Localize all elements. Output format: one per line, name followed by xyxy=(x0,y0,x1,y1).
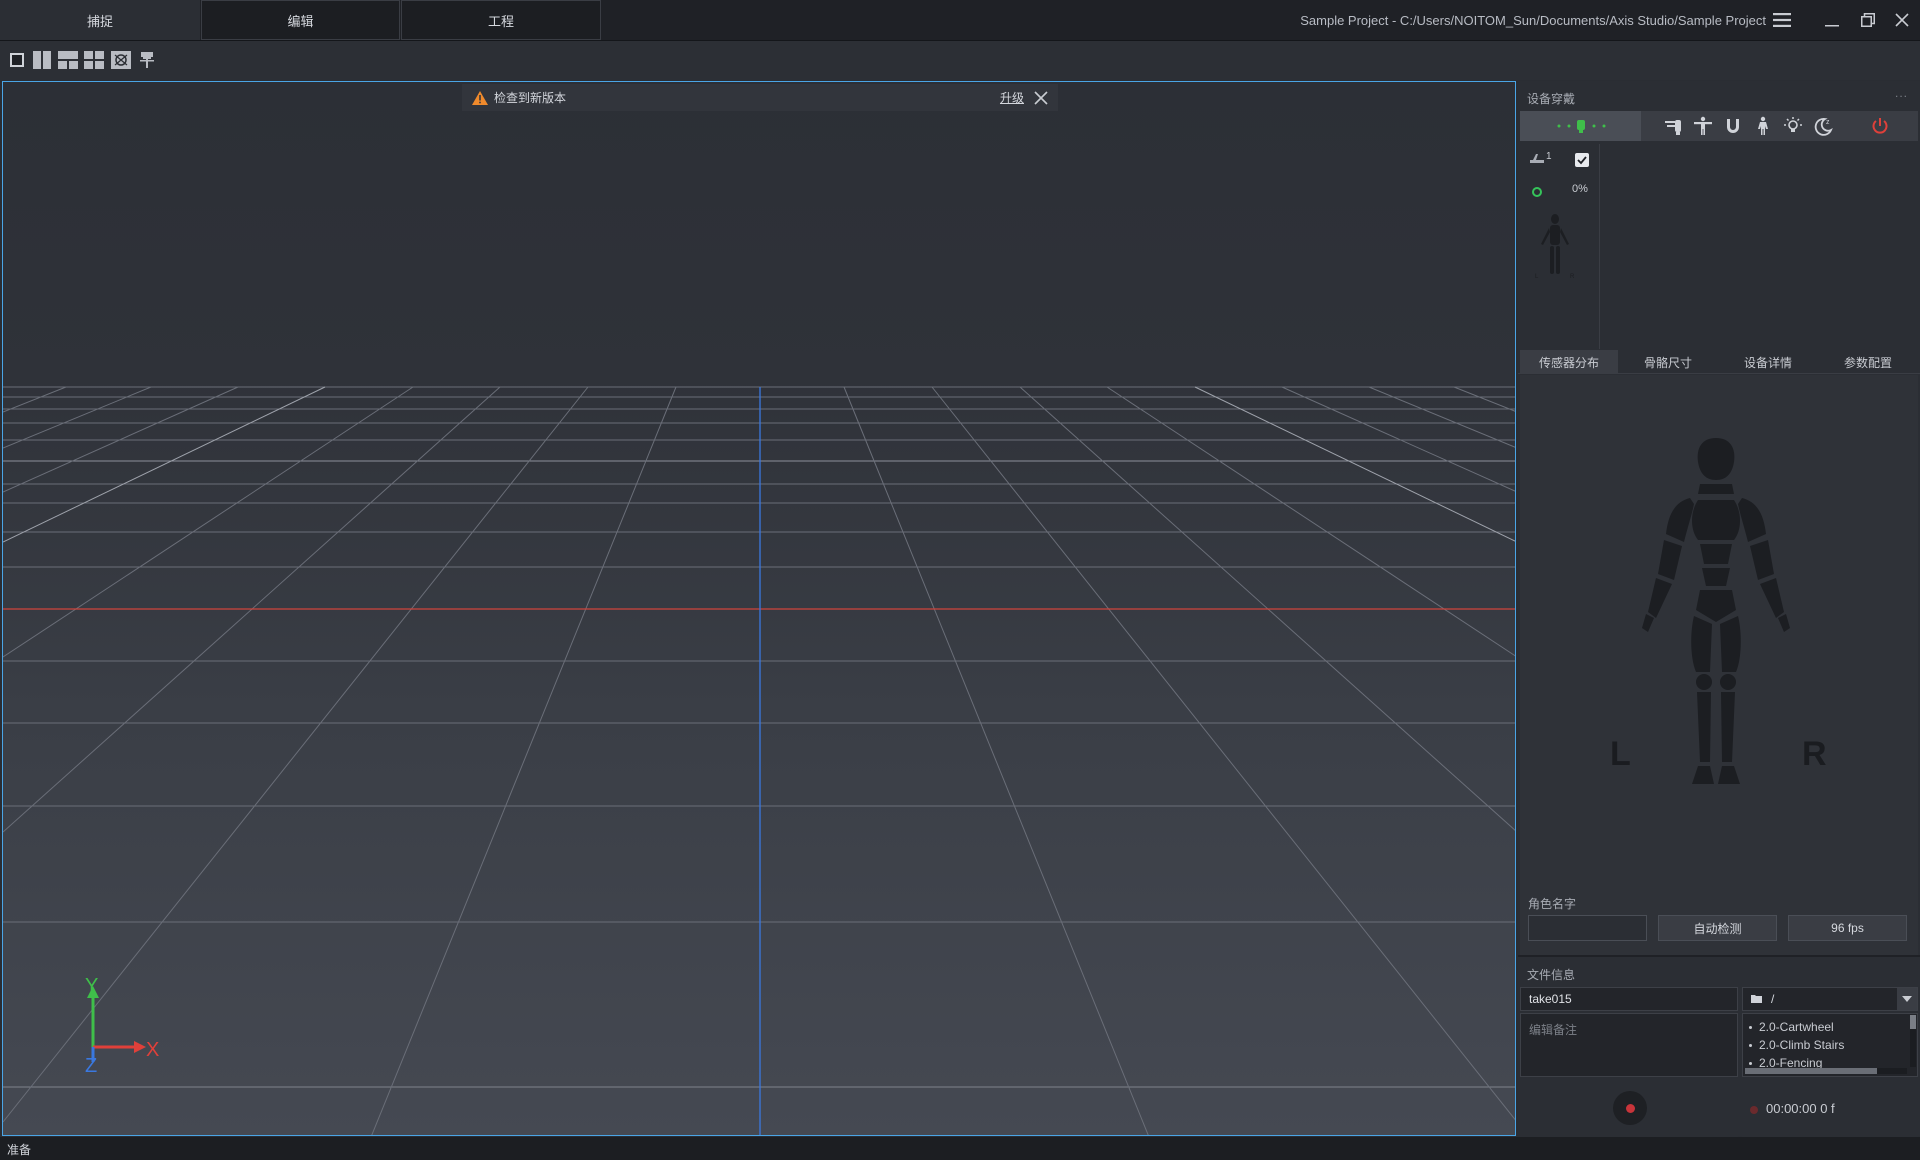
chevron-down-icon[interactable] xyxy=(1897,988,1917,1010)
tab-sensor-distribution[interactable]: 传感器分布 xyxy=(1520,350,1618,374)
left-side-label: L xyxy=(1610,735,1631,773)
single-view-icon[interactable] xyxy=(6,50,28,70)
tab-project-label: 工程 xyxy=(487,13,514,29)
tab-device-details-label: 设备详情 xyxy=(1743,355,1792,370)
four-view-icon[interactable] xyxy=(83,50,105,70)
record-icon xyxy=(1625,1103,1635,1113)
horizontal-scrollbar[interactable] xyxy=(1745,1068,1907,1074)
tab-bone-size-label: 骨骼尺寸 xyxy=(1643,355,1692,370)
motion-label: 2.0-Climb Stairs xyxy=(1759,1038,1845,1052)
role-name-input[interactable] xyxy=(1528,915,1647,941)
notes-field[interactable]: 编辑备注 xyxy=(1520,1013,1738,1077)
svg-text:z: z xyxy=(1826,119,1830,126)
ground-grid xyxy=(3,386,1515,1135)
close-icon[interactable] xyxy=(1890,9,1914,31)
hamburger-menu-icon[interactable] xyxy=(1770,9,1794,31)
connect-icon[interactable] xyxy=(1520,111,1641,141)
right-side-label: R xyxy=(1802,735,1827,773)
tab-parameters-label: 参数配置 xyxy=(1843,355,1892,370)
tab-edit-label: 编辑 xyxy=(287,13,314,29)
pin-icon[interactable] xyxy=(136,50,158,70)
device-detail-area xyxy=(1601,144,1918,349)
folder-icon xyxy=(1751,992,1763,1007)
warning-icon xyxy=(472,90,488,106)
device-icon xyxy=(1530,152,1544,167)
motion-list[interactable]: 2.0-Cartwheel 2.0-Climb Stairs 2.0-Fenci… xyxy=(1742,1013,1918,1077)
timecode: 00:00:00 0 f xyxy=(1766,1101,1835,1116)
notice-text: 检查到新版本 xyxy=(494,91,567,105)
device-tabs: 传感器分布 骨骼尺寸 设备详情 参数配置 xyxy=(1518,350,1920,374)
tab-capture-label: 捕捉 xyxy=(86,13,113,29)
motion-label: 2.0-Cartwheel xyxy=(1759,1020,1834,1034)
standing-figure-icon[interactable] xyxy=(1750,114,1776,138)
folder-path: / xyxy=(1771,992,1775,1006)
device-id: 1 xyxy=(1546,151,1552,162)
3d-viewport[interactable]: 检查到新版本 升级 Y X Z xyxy=(2,81,1516,1136)
list-item[interactable]: 2.0-Climb Stairs xyxy=(1749,1038,1844,1052)
status-bar: 准备 xyxy=(0,1137,1920,1160)
mini-right-label: R xyxy=(1570,274,1575,280)
restore-icon[interactable] xyxy=(1856,9,1880,31)
connection-status-icon xyxy=(1532,187,1542,197)
auto-detect-button[interactable]: 自动检测 xyxy=(1658,915,1777,941)
x-axis-label: X xyxy=(146,1039,159,1061)
take-name-input[interactable]: take015 xyxy=(1520,987,1738,1011)
hand-calibrate-icon[interactable] xyxy=(1660,114,1686,138)
sensor-body-map: L R xyxy=(1520,375,1918,955)
magnet-icon[interactable] xyxy=(1720,114,1746,138)
record-area xyxy=(1520,1079,1738,1138)
close-notice-icon[interactable] xyxy=(1032,89,1050,107)
file-info-title: 文件信息 xyxy=(1527,968,1576,982)
scrollbar-thumb[interactable] xyxy=(1745,1068,1877,1074)
folder-select[interactable]: / xyxy=(1742,987,1918,1011)
tab-edit[interactable]: 编辑 xyxy=(201,0,400,40)
mini-left-label: L xyxy=(1535,274,1539,280)
role-name-label: 角色名字 xyxy=(1528,897,1577,911)
scrollbar-thumb[interactable] xyxy=(1910,1015,1916,1029)
three-view-icon[interactable] xyxy=(57,50,79,70)
list-item[interactable]: 2.0-Cartwheel xyxy=(1749,1020,1834,1034)
tab-sensor-distribution-label: 传感器分布 xyxy=(1538,355,1599,370)
camera-view-icon[interactable] xyxy=(110,50,132,70)
axis-gizmo: Y X Z xyxy=(85,975,159,1072)
mini-body-figure: L R xyxy=(1533,212,1577,295)
y-axis-label: Y xyxy=(85,975,98,997)
sleep-icon[interactable]: z xyxy=(1810,114,1836,138)
z-axis-label: Z xyxy=(85,1055,97,1072)
status-text: 准备 xyxy=(7,1143,32,1157)
right-panel: 设备穿戴 ... z 1 0% L R 传感器分布 骨骼尺寸 设备详情 参数配置… xyxy=(1518,81,1920,1138)
device-toolbar: z xyxy=(1520,111,1918,141)
two-column-view-icon[interactable] xyxy=(31,50,53,70)
device-checkbox[interactable] xyxy=(1575,153,1589,167)
view-layout-toolbar xyxy=(0,41,1920,80)
window-title: Sample Project - C:/Users/NOITOM_Sun/Doc… xyxy=(1300,13,1766,28)
title-bar: 捕捉 编辑 工程 Sample Project - C:/Users/NOITO… xyxy=(0,0,1920,41)
update-notice: 检查到新版本 升级 xyxy=(462,84,1058,111)
timecode-area: 00:00:00 0 f xyxy=(1742,1079,1918,1138)
tab-bone-size[interactable]: 骨骼尺寸 xyxy=(1618,350,1718,374)
power-icon[interactable] xyxy=(1850,114,1910,138)
recording-indicator-icon xyxy=(1750,1106,1758,1114)
file-info-section: 文件信息 take015 / 编辑备注 2.0-Cartwheel 2.0-Cl… xyxy=(1518,955,1920,1138)
body-figure xyxy=(1602,432,1830,825)
upgrade-link[interactable]: 升级 xyxy=(1000,89,1024,106)
tab-project[interactable]: 工程 xyxy=(401,0,601,40)
t-pose-icon[interactable] xyxy=(1690,114,1716,138)
fps-selector[interactable]: 96 fps xyxy=(1788,915,1907,941)
light-icon[interactable] xyxy=(1780,114,1806,138)
tab-capture[interactable]: 捕捉 xyxy=(0,0,200,40)
minimize-icon[interactable] xyxy=(1820,9,1844,31)
device-list[interactable]: 1 0% L R xyxy=(1520,144,1600,349)
device-battery: 0% xyxy=(1572,183,1588,195)
tab-device-details[interactable]: 设备详情 xyxy=(1718,350,1818,374)
record-button[interactable] xyxy=(1613,1091,1647,1125)
vertical-scrollbar[interactable] xyxy=(1910,1015,1916,1067)
device-section-title: 设备穿戴 xyxy=(1527,92,1576,106)
tab-parameters[interactable]: 参数配置 xyxy=(1818,350,1918,374)
more-options-button[interactable]: ... xyxy=(1895,86,1908,100)
